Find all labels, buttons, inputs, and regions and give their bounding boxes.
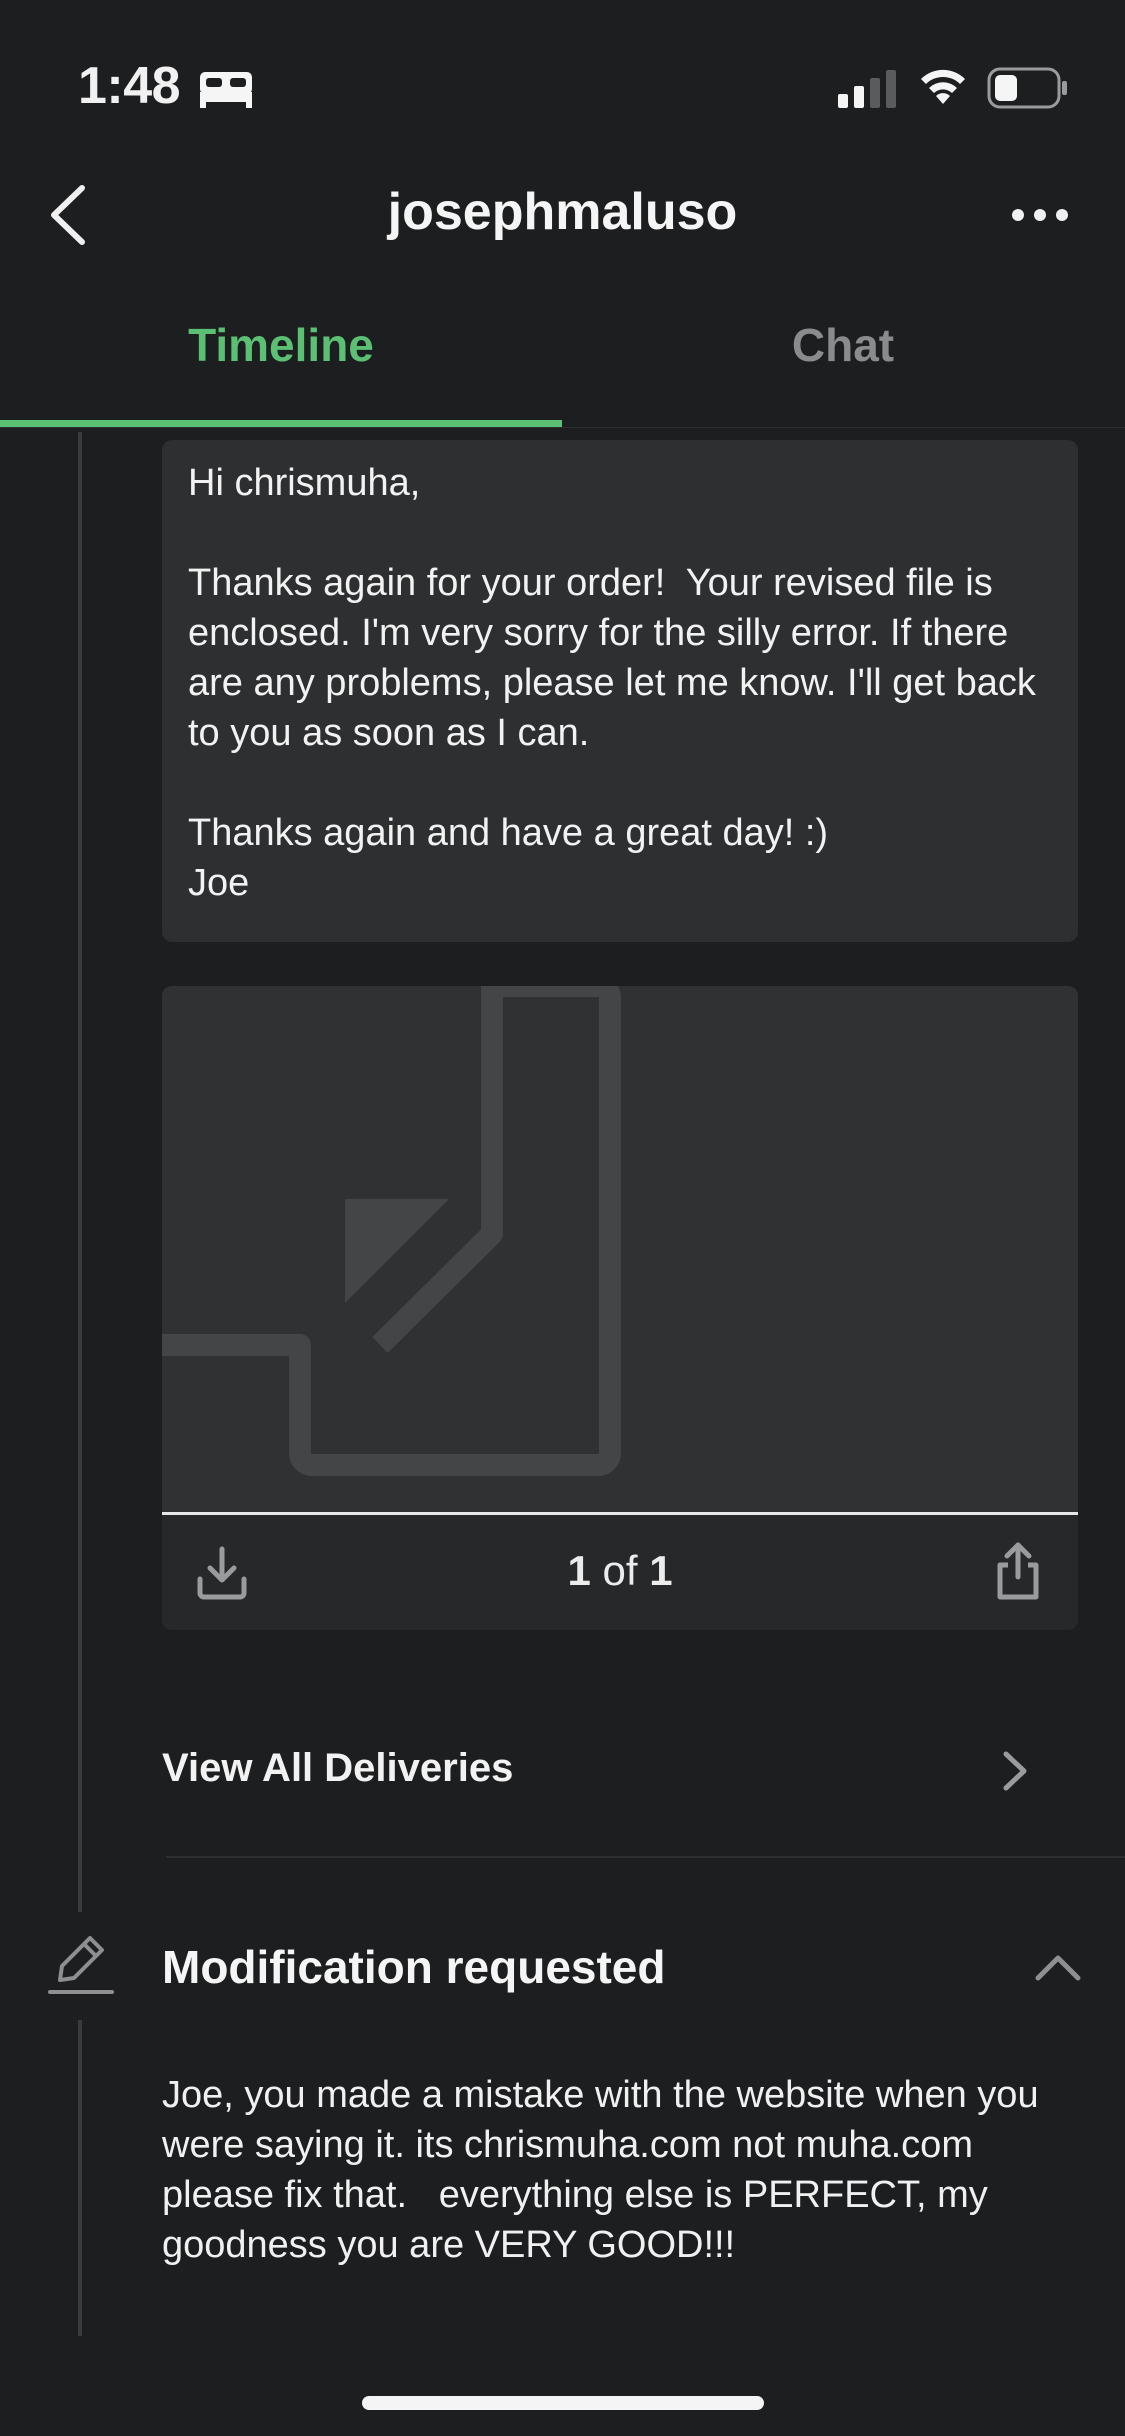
modification-title: Modification requested [162,1941,666,1993]
section-divider [166,1856,1125,1858]
status-time: 1:48 [78,57,181,115]
bed-icon [200,72,252,108]
total-pages: 1 [649,1547,673,1594]
file-preview-footer: 1 of 1 [162,1515,1078,1630]
more-icon[interactable] [1010,200,1070,230]
timeline-rail [78,432,82,1912]
delivery-message-text: Hi chrismuha, Thanks again for your orde… [188,462,1036,904]
chevron-up-icon[interactable] [1030,1946,1086,1986]
active-tab-indicator [0,420,562,427]
delivery-message-card: Hi chrismuha, Thanks again for your orde… [162,440,1078,942]
document-icon [162,986,621,1476]
wifi-icon [921,69,965,104]
share-icon[interactable] [988,1539,1048,1603]
modification-message-text: Joe, you made a mistake with the website… [162,2074,1050,2266]
nav-title: josephmaluso [387,183,738,241]
page-of-label: of [602,1547,638,1594]
battery-icon [987,67,1067,109]
page-counter: 1 of 1 [162,1547,1078,1595]
tab-chat[interactable]: Chat [562,318,1124,372]
home-indicator[interactable] [362,2396,764,2410]
file-preview-card[interactable]: 1 of 1 [162,986,1078,1630]
view-all-deliveries-row[interactable]: View All Deliveries [162,1730,1042,1810]
view-all-deliveries-label: View All Deliveries [162,1746,514,1790]
signal-icon [838,70,896,108]
timeline-rail [78,2020,82,2336]
current-page: 1 [567,1547,591,1594]
pencil-icon [48,1936,114,1994]
chevron-right-icon [1003,1751,1027,1791]
tab-timeline[interactable]: Timeline [0,318,562,372]
tab-bar-divider [0,427,1125,428]
